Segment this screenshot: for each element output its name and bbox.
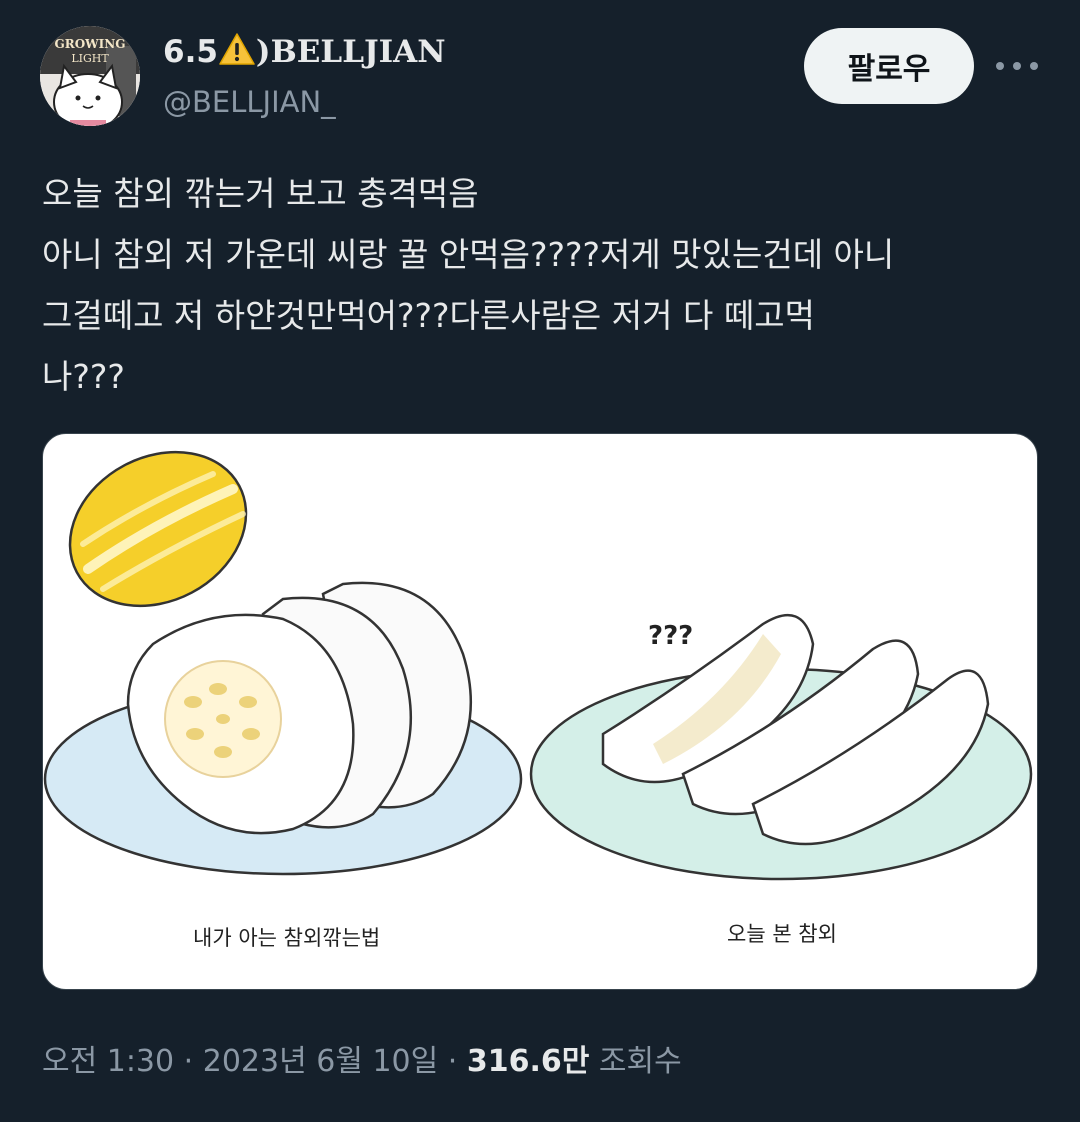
views-count: 316.6만 <box>466 1044 590 1079</box>
display-name[interactable]: 6.5 )BELLJIAN <box>163 30 446 78</box>
tweet-line: 그걸떼고 저 하얀것만먹어???다른사람은 저거 다 떼고먹 <box>42 296 815 335</box>
meta-separator: · <box>183 1044 194 1079</box>
tweet-line: 나??? <box>42 357 125 396</box>
whole-melon <box>68 450 248 608</box>
svg-text:LIGHT: LIGHT <box>71 52 109 65</box>
tweet-text: 오늘 참외 깎는거 보고 충격먹음 아니 참외 저 가운데 씨랑 꿀 안먹음??… <box>42 163 1042 407</box>
right-caption: 오늘 본 참외 <box>727 922 837 946</box>
tweet-line: 오늘 참외 깎는거 보고 충격먹음 <box>42 174 479 213</box>
follow-button[interactable]: 팔로우 <box>804 28 974 104</box>
display-name-prefix: 6.5 <box>163 34 218 70</box>
more-dot <box>1030 62 1038 70</box>
avatar-image: GROWING LIGHT <box>40 26 140 126</box>
left-caption: 내가 아는 참외깎는법 <box>193 926 381 950</box>
more-dot <box>1013 62 1021 70</box>
tweet-time[interactable]: 오전 1:30 <box>42 1044 174 1079</box>
question-marks: ??? <box>648 621 693 651</box>
svg-text:GROWING: GROWING <box>55 37 126 51</box>
views-label: 조회수 <box>598 1044 682 1079</box>
tweet-line: 아니 참외 저 가운데 씨랑 꿀 안먹음????저게 맛있는건데 아니 <box>42 235 895 274</box>
display-name-suffix: )BELLJIAN <box>255 34 446 70</box>
right-plate: ??? <box>529 613 1033 881</box>
left-plate <box>43 581 523 876</box>
tweet-media-image[interactable]: ??? 내가 아는 참외깎는법 오늘 본 참외 <box>42 433 1038 990</box>
more-horizontal-icon[interactable] <box>996 52 1038 80</box>
tweet-date[interactable]: 2023년 6월 10일 <box>203 1044 438 1079</box>
more-dot <box>996 62 1004 70</box>
user-handle[interactable]: @BELLJIAN_ <box>163 82 336 122</box>
tweet-meta: 오전 1:30 · 2023년 6월 10일 · 316.6만 조회수 <box>42 1037 682 1087</box>
avatar[interactable]: GROWING LIGHT <box>40 26 140 126</box>
warning-icon <box>218 32 256 78</box>
melon-illustration: ??? <box>43 450 1033 881</box>
meta-separator: · <box>447 1044 458 1079</box>
